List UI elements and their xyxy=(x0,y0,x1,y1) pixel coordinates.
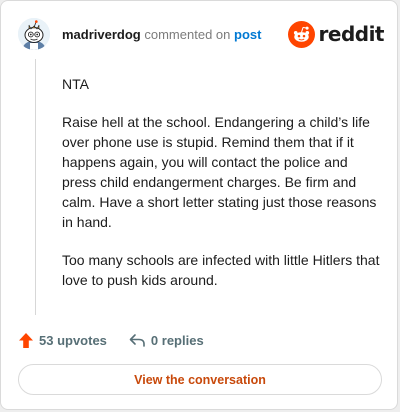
username-link[interactable]: madriverdog xyxy=(62,27,141,42)
comment-meta: madriverdog commented on post xyxy=(62,27,261,42)
post-link[interactable]: post xyxy=(234,27,261,42)
embedded-comment-card: madriverdog commented on post reddit NTA… xyxy=(0,0,398,410)
view-conversation-button[interactable]: View the conversation xyxy=(18,364,382,395)
reply-arrow-icon xyxy=(129,333,145,347)
thread-line xyxy=(35,59,36,315)
comment-header: madriverdog commented on post reddit xyxy=(18,18,385,52)
action-text: commented on xyxy=(144,27,231,42)
comment-body: NTA Raise hell at the school. Endangerin… xyxy=(62,74,382,308)
upvote-count: 53 upvotes xyxy=(39,332,107,348)
reddit-logo-icon xyxy=(287,20,315,48)
reddit-brand[interactable]: reddit xyxy=(287,20,385,48)
avatar[interactable] xyxy=(18,18,50,50)
comment-paragraph: NTA xyxy=(62,76,89,92)
reply-count: 0 replies xyxy=(150,332,204,348)
reddit-wordmark: reddit xyxy=(318,22,385,46)
snoo-avatar-icon xyxy=(18,18,50,50)
comment-paragraph: Too many schools are infected with littl… xyxy=(62,252,380,288)
comment-actions: 53 upvotes 0 replies xyxy=(18,330,204,350)
upvote-button[interactable]: 53 upvotes xyxy=(18,332,107,349)
upvote-arrow-icon xyxy=(19,332,33,348)
comment-paragraph: Raise hell at the school. Endangering a … xyxy=(62,114,377,230)
replies-button[interactable]: 0 replies xyxy=(129,333,204,348)
